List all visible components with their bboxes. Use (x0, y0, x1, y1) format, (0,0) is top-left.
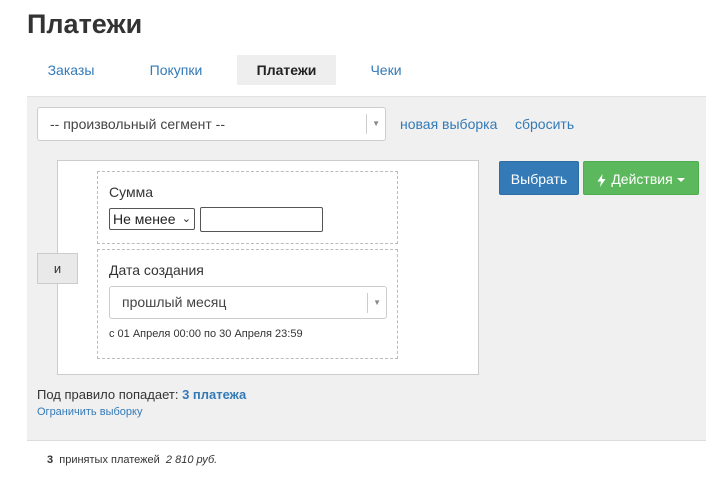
payments-text: принятых платежей (59, 454, 160, 466)
segment-select[interactable]: -- произвольный сегмент -- ▼ (37, 107, 386, 141)
tabs: Заказы Покупки Платежи Чеки (27, 55, 436, 85)
sum-value-input[interactable] (200, 207, 323, 232)
caret-down-icon (676, 178, 685, 183)
select-button[interactable]: Выбрать (499, 161, 579, 195)
tab-purchases[interactable]: Покупки (115, 55, 237, 85)
and-connector-button[interactable]: и (37, 253, 78, 284)
date-period-value: прошлый месяц (122, 294, 227, 310)
date-range-text: с 01 Апреля 00:00 по 30 Апреля 23:59 (109, 328, 303, 340)
bolt-icon (597, 173, 606, 187)
sum-operator-value: Не менее (113, 211, 176, 227)
matched-summary: Под правило попадает: 3 платежа (37, 387, 246, 402)
rule-date-label: Дата создания (109, 262, 204, 278)
payments-count: 3 (47, 454, 54, 466)
payments-sum: 2 810 руб. (165, 454, 218, 466)
matched-count-link[interactable]: 3 платежа (182, 387, 246, 402)
tab-receipts[interactable]: Чеки (336, 55, 436, 85)
chevron-down-icon: ⌄ (181, 213, 191, 225)
chevron-down-icon: ▼ (372, 119, 380, 128)
filter-panel: -- произвольный сегмент -- ▼ новая выбор… (27, 96, 706, 441)
segment-select-value: -- произвольный сегмент -- (50, 116, 225, 132)
rules-box: Сумма Не менее ⌄ Дата создания прошлый м… (57, 160, 479, 375)
actions-dropdown-button[interactable]: Действия (583, 161, 699, 195)
select-divider (367, 293, 368, 313)
rule-sum-label: Сумма (109, 184, 153, 200)
payments-summary: 3 принятых платежей 2 810 руб. (47, 454, 217, 466)
new-selection-link[interactable]: новая выборка (400, 116, 497, 132)
tab-orders[interactable]: Заказы (27, 55, 115, 85)
chevron-down-icon: ▼ (373, 298, 381, 307)
date-period-select[interactable]: прошлый месяц ▼ (109, 286, 387, 319)
sum-operator-select[interactable]: Не менее ⌄ (109, 208, 195, 230)
limit-selection-link[interactable]: Ограничить выборку (37, 406, 142, 418)
tab-payments[interactable]: Платежи (237, 55, 336, 85)
actions-label: Действия (611, 171, 673, 187)
matched-prefix: Под правило попадает: (37, 387, 179, 402)
rule-created-date: Дата создания прошлый месяц ▼ с 01 Апрел… (97, 249, 398, 359)
reset-link[interactable]: сбросить (515, 116, 574, 132)
rule-sum: Сумма Не менее ⌄ (97, 171, 398, 244)
select-divider (366, 114, 367, 134)
page-title: Платежи (27, 9, 143, 39)
